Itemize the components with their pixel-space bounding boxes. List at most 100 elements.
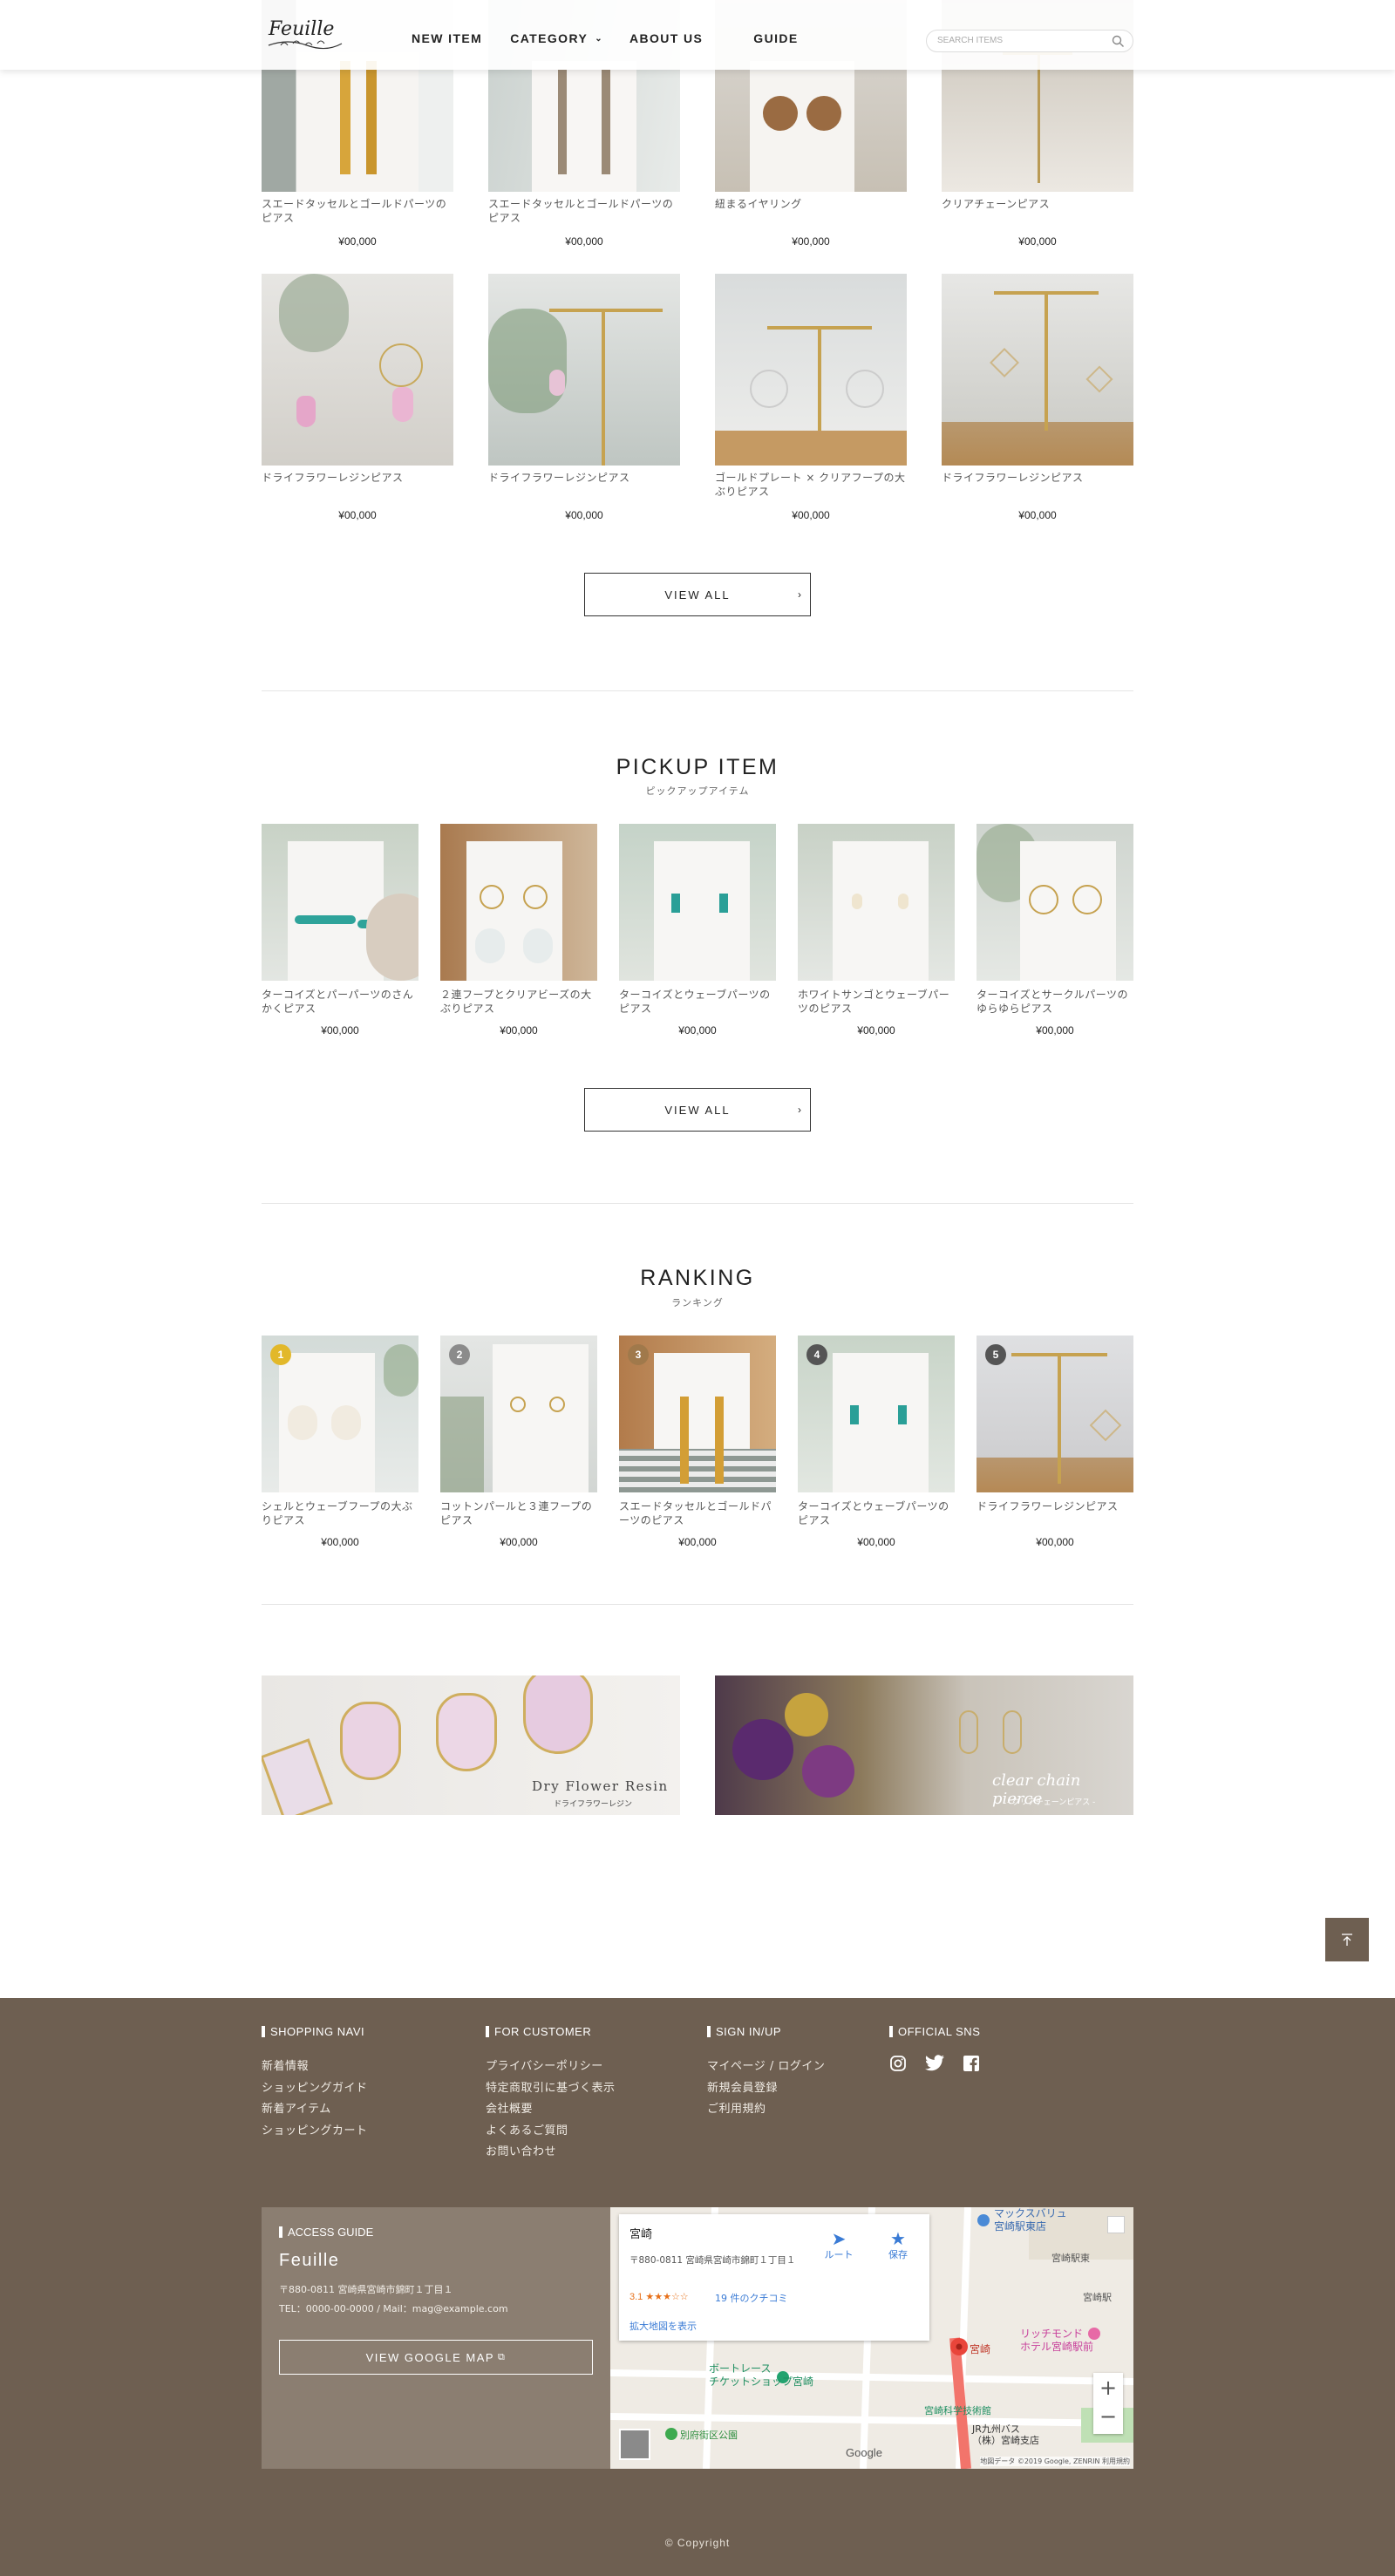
product-price: ¥00,000 [338,235,377,248]
view-all-pickup-button[interactable]: VIEW ALL › [584,1088,811,1132]
product-price: ¥00,000 [792,509,830,521]
fullscreen-icon[interactable] [1107,2216,1125,2233]
product-title[interactable]: ドライフラワーレジンピアス [262,471,453,485]
facebook-icon[interactable] [963,2055,980,2072]
satellite-toggle[interactable] [619,2429,650,2460]
product-title[interactable]: ドライフラワーレジンピアス [488,471,680,485]
search-placeholder: SEARCH ITEMS [937,36,1004,45]
map-label-station-east: 宮崎駅東 [1051,2253,1090,2264]
map-route-button[interactable]: ➤ ルート [821,2230,856,2261]
map-address: 〒880-0811 宮崎県宮崎市錦町１丁目１ [629,2255,796,2266]
pickup-image[interactable] [798,824,955,981]
footer-link[interactable]: マイページ / ログイン [707,2056,825,2078]
product-image[interactable] [488,274,680,466]
nav-guide[interactable]: GUIDE [753,31,798,45]
zoom-in-icon[interactable]: + [1093,2373,1123,2403]
address-line: 〒880-0811 宮崎県宮崎市錦町１丁目１ [279,2284,453,2295]
rank-badge: 2 [449,1344,470,1365]
footer-for-customer: FOR CUSTOMER プライバシーポリシー 特定商取引に基づく表示 会社概要… [486,2026,616,2164]
footer-link[interactable]: 会社概要 [486,2099,616,2121]
map-enlarge-link[interactable]: 拡大地図を表示 [629,2319,697,2333]
map-reviews-link[interactable]: 19 件のクチコミ [715,2291,788,2305]
product-title[interactable]: クリアチェーンピアス [942,197,1133,211]
footer-link[interactable]: ショッピングガイド [262,2078,368,2100]
footer-link[interactable]: 新着アイテム [262,2099,368,2121]
map-info-card: 宮崎 〒880-0811 宮崎県宮崎市錦町１丁目１ 3.1 ★★★☆☆ 19 件… [619,2214,929,2341]
banner-clear-chain[interactable]: clear chain pierce - クリアチェーンピアス - [715,1675,1133,1815]
nav-category[interactable]: CATEGORY ⌄ [510,31,603,45]
ranking-title-text[interactable]: ドライフラワーレジンピアス [976,1499,1133,1513]
pickup-title-text[interactable]: ターコイズとウェーブパーツのピアス [619,988,776,1016]
section-divider [262,690,1133,691]
ranking-price: ¥00,000 [1036,1536,1074,1548]
search-icon[interactable] [1112,35,1125,48]
pickup-image[interactable] [619,824,776,981]
product-price: ¥00,000 [792,235,830,248]
footer-sign-in: SIGN IN/UP マイページ / ログイン 新規会員登録 ご利用規約 [707,2026,825,2121]
map-label-maxvalu: マックスバリュ 宮崎駅東店 [994,2207,1067,2233]
twitter-icon[interactable] [924,2055,945,2072]
footer-link[interactable]: ショッピングカート [262,2121,368,2143]
external-link-icon: ⧉ [498,2351,507,2362]
footer-link[interactable]: 新着情報 [262,2056,368,2078]
map-button-label: VIEW GOOGLE MAP [365,2350,495,2364]
access-guide: ACCESS GUIDE Feuille 〒880-0811 宮崎県宮崎市錦町１… [262,2207,610,2469]
banner-dry-flower[interactable]: Dry Flower Resin ドライフラワーレジン [262,1675,680,1815]
nav-about[interactable]: ABOUT US [629,31,703,45]
pickup-title-text[interactable]: ホワイトサンゴとウェーブパーツのピアス [798,988,955,1016]
shop-name: Feuille [279,2251,340,2270]
pickup-image[interactable] [262,824,418,981]
product-title[interactable]: 紐まるイヤリング [715,197,907,211]
product-price: ¥00,000 [1018,235,1057,248]
pickup-title-text[interactable]: ターコイズとサークルパーツのゆらゆらピアス [976,988,1133,1016]
section-divider [262,1203,1133,1204]
ranking-title-text[interactable]: ターコイズとウェーブパーツのピアス [798,1499,955,1527]
pickup-image[interactable] [976,824,1133,981]
pickup-image[interactable] [440,824,597,981]
chevron-down-icon: ⌄ [595,33,603,44]
rating-stars-icon: ★★★☆☆ [645,2292,689,2302]
product-image[interactable] [942,274,1133,466]
site-logo[interactable]: Feuille [262,10,347,59]
view-google-map-button[interactable]: VIEW GOOGLE MAP ⧉ [279,2340,593,2375]
pickup-price: ¥00,000 [857,1024,895,1037]
footer-heading: FOR CUSTOMER [486,2026,616,2037]
site-footer: SHOPPING NAVI 新着情報 ショッピングガイド 新着アイテム ショッピ… [0,1998,1395,2576]
chevron-right-icon: › [798,588,803,601]
product-title[interactable]: ドライフラワーレジンピアス [942,471,1133,485]
footer-link[interactable]: よくあるご質問 [486,2121,616,2143]
product-title[interactable]: スエードタッセルとゴールドパーツのピアス [262,197,453,225]
pickup-title-text[interactable]: ターコイズとパーパーツのさんかくピアス [262,988,418,1016]
pickup-title-text[interactable]: ２連フープとクリアビーズの大ぶりピアス [440,988,597,1016]
footer-link[interactable]: お問い合わせ [486,2142,616,2164]
contact-line: TEL：0000-00-0000 / Mail：mag@example.com [279,2303,508,2314]
google-map[interactable]: 宮崎 〒880-0811 宮崎県宮崎市錦町１丁目１ 3.1 ★★★☆☆ 19 件… [610,2207,1133,2469]
chevron-right-icon: › [798,1104,803,1116]
view-all-label: VIEW ALL [664,1103,731,1117]
ranking-title-text[interactable]: スエードタッセルとゴールドパーツのピアス [619,1499,776,1527]
footer-link[interactable]: ご利用規約 [707,2099,825,2121]
product-image[interactable] [262,274,453,466]
product-title[interactable]: ゴールドプレート × クリアフープの大ぶりピアス [715,471,907,499]
instagram-icon[interactable] [889,2055,907,2072]
pickup-price: ¥00,000 [500,1024,538,1037]
nav-new-item[interactable]: NEW ITEM [412,31,482,45]
map-save-button[interactable]: ★ 保存 [881,2230,915,2261]
search-input[interactable]: SEARCH ITEMS [926,30,1133,52]
footer-shopping-navi: SHOPPING NAVI 新着情報 ショッピングガイド 新着アイテム ショッピ… [262,2026,368,2142]
zoom-out-icon[interactable]: − [1093,2403,1123,2434]
footer-link[interactable]: 新規会員登録 [707,2078,825,2100]
product-image[interactable] [715,274,907,466]
back-to-top-button[interactable] [1325,1918,1369,1961]
ranking-subtitle: ランキング [671,1297,724,1308]
footer-link[interactable]: 特定商取引に基づく表示 [486,2078,616,2100]
view-all-new-items-button[interactable]: VIEW ALL › [584,573,811,616]
logo-text: Feuille [268,18,334,40]
footer-link[interactable]: プライバシーポリシー [486,2056,616,2078]
arrow-up-icon [1342,1934,1352,1946]
product-title[interactable]: スエードタッセルとゴールドパーツのピアス [488,197,680,225]
map-label-station: 宮崎駅 [1083,2292,1112,2303]
ranking-title-text[interactable]: シェルとウェーブフープの大ぶりピアス [262,1499,418,1527]
ranking-title-text[interactable]: コットンパールと３連フープのピアス [440,1499,597,1527]
footer-sns: OFFICIAL SNS [889,2026,980,2072]
